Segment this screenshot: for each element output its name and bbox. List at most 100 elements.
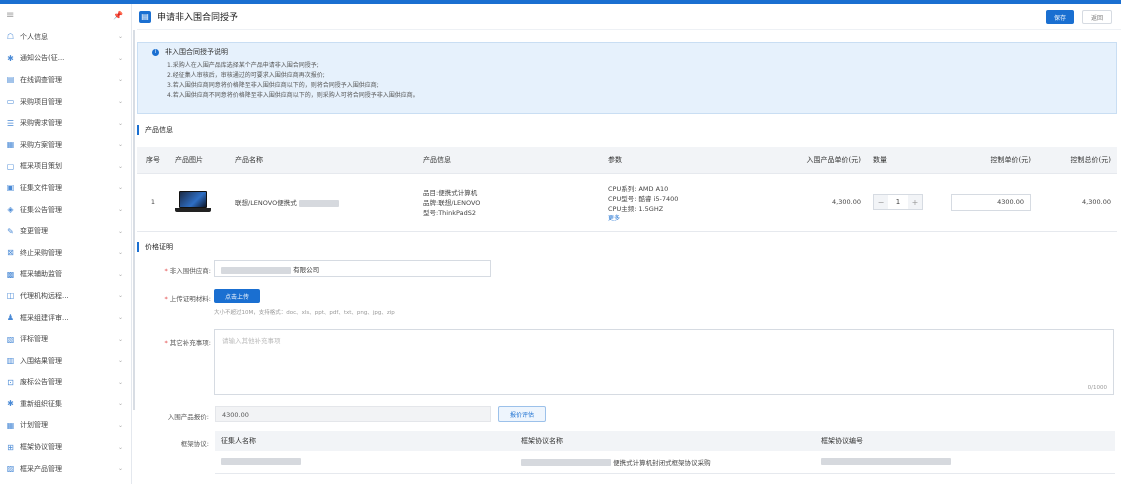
sidebar: ≡ 📌 ☖ 个人信息 ⌄ ✱ 通知公告(征... ⌄ ▤ 在线调查管理 ⌄ ▭ 采购项目管理 ⌄ ☰ 采购… <box>0 4 132 484</box>
chevron-down-icon: ⌄ <box>117 141 123 149</box>
sidebar-item[interactable]: ▨ 框采产品管理 ⌄ <box>0 458 131 480</box>
more-params-link[interactable]: 更多 <box>608 213 786 222</box>
calendar-icon: ▦ <box>6 420 15 430</box>
sidebar-item[interactable]: ▧ 评标管理 ⌄ <box>0 328 131 350</box>
upload-button[interactable]: 点击上传 <box>214 289 260 303</box>
notice-line: 3.若入围供应商同意将价格降至非入围供应商以下的，则将合同授予入围供应商; <box>167 82 379 89</box>
col-control-total: 控制总价(元) <box>1037 147 1117 174</box>
file-icon: ▣ <box>6 183 15 193</box>
supplier-input[interactable]: 有限公司 <box>214 260 491 277</box>
product-image <box>169 173 229 232</box>
increment-button[interactable]: + <box>908 195 922 209</box>
control-total: 4,300.00 <box>1037 173 1117 232</box>
sidebar-item[interactable]: ☰ 采购需求管理 ⌄ <box>0 112 131 134</box>
quantity-stepper: − 1 + <box>873 194 923 210</box>
chevron-down-icon: ⌄ <box>117 335 123 343</box>
quote-value: 4300.00 <box>215 406 491 422</box>
sidebar-item-label: 入围结果管理 <box>20 356 62 365</box>
sidebar-item-label: 评标管理 <box>20 335 48 344</box>
remarks-textarea[interactable]: 请输入其他补充事项 0/1000 <box>214 329 1114 395</box>
sidebar-item[interactable]: ◫ 代理机构远程... ⌄ <box>0 285 131 307</box>
sidebar-item[interactable]: ▦ 计划管理 ⌄ <box>0 415 131 437</box>
supplier-label: * 非入围供应商: <box>164 267 211 275</box>
sidebar-item[interactable]: ▩ 框采辅助监管 ⌄ <box>0 264 131 286</box>
notice-icon: ◈ <box>7 205 14 215</box>
sidebar-item[interactable]: ⊠ 终止采购管理 ⌄ <box>0 242 131 264</box>
col-collector-name: 征集人名称 <box>215 431 515 451</box>
notice-panel: i 非入围合同授予说明 1.采购人在入围产品库选择某个产品申请非入围合同授予; … <box>137 42 1117 114</box>
sidebar-item[interactable]: ▥ 入围结果管理 ⌄ <box>0 350 131 372</box>
info-brand: 品牌:联想/LENOVO <box>423 199 481 207</box>
notice-line: 4.若入围供应商不同意将价格降至非入围供应商以下的，则采购人可将合同授予非入围供… <box>167 92 419 99</box>
sidebar-item[interactable]: ▣ 征集文件管理 ⌄ <box>0 177 131 199</box>
page-title-bar: ▤ 申请非入围合同授予 <box>137 4 1121 30</box>
quote-eval-button[interactable]: 报价评估 <box>498 406 546 422</box>
price-section-title: 价格证明 <box>137 242 173 252</box>
param-cpu-series: CPU系列: AMD A10 <box>608 184 669 193</box>
save-button[interactable]: 保存 <box>1046 10 1074 24</box>
sidebar-item-label: 通知公告(征... <box>20 54 65 63</box>
chevron-down-icon: ⌄ <box>117 76 123 84</box>
agreement-name: 便携式计算机封闭式框架协议采购 <box>613 458 711 467</box>
redacted-text <box>221 266 291 274</box>
info-model: 型号:ThinkPadS2 <box>423 209 476 217</box>
team-icon: ♟ <box>6 313 15 323</box>
framework-table: 征集人名称 框架协议名称 框架协议编号 便携式计算机封闭式框架协议采购 <box>215 431 1115 474</box>
sidebar-item-label: 框采产品管理 <box>20 464 62 473</box>
col-quantity: 数量 <box>867 147 942 174</box>
sidebar-item[interactable]: ⊞ 框架协议管理 ⌄ <box>0 436 131 458</box>
chevron-down-icon: ⌄ <box>117 206 123 214</box>
redacted-text <box>298 199 339 207</box>
product-section-title: 产品信息 <box>137 125 173 135</box>
control-price-cell: 4300.00 <box>942 173 1037 232</box>
sidebar-item-label: 采购项目管理 <box>20 97 62 106</box>
main-content: ▤ 申请非入围合同授予 保存 返回 i 非入围合同授予说明 1.采购人在入围产品… <box>137 4 1121 484</box>
remote-icon: ◫ <box>6 291 15 301</box>
collector-name-cell <box>215 451 515 474</box>
supplier-value: 有限公司 <box>293 266 320 274</box>
sidebar-item[interactable]: ◈ 征集公告管理 ⌄ <box>0 199 131 221</box>
remarks-label: * 其它补充事项: <box>164 339 211 347</box>
control-price-input[interactable]: 4300.00 <box>951 193 1031 211</box>
col-name: 产品名称 <box>229 147 417 174</box>
reorganize-icon: ✱ <box>7 399 14 409</box>
chevron-down-icon: ⌄ <box>117 249 123 257</box>
chevron-down-icon: ⌄ <box>117 227 123 235</box>
sidebar-item[interactable]: ▦ 采购方案管理 ⌄ <box>0 134 131 156</box>
sidebar-item[interactable]: ⊡ 废标公告管理 ⌄ <box>0 372 131 394</box>
param-cpu-freq: CPU主频: 1.5GHZ <box>608 204 664 213</box>
sidebar-scrollbar[interactable] <box>133 30 135 410</box>
notice-title-text: 非入围合同授予说明 <box>165 48 228 56</box>
chevron-down-icon: ⌄ <box>117 400 123 408</box>
quantity-value[interactable]: 1 <box>888 198 908 206</box>
sidebar-item[interactable]: ▢ 框采项目策划 ⌄ <box>0 156 131 178</box>
chevron-down-icon: ⌄ <box>117 270 123 278</box>
notice-title: i 非入围合同授予说明 <box>152 47 1102 57</box>
sidebar-item[interactable]: ♟ 框采组建评审... ⌄ <box>0 307 131 329</box>
sidebar-item-label: 采购方案管理 <box>20 140 62 149</box>
hamburger-icon[interactable]: ≡ <box>6 10 14 21</box>
col-agreement-number: 框架协议编号 <box>815 431 1115 451</box>
laptop-image <box>175 191 211 213</box>
sidebar-item[interactable]: ✱ 重新组织征集 ⌄ <box>0 393 131 415</box>
sidebar-item[interactable]: ▭ 采购项目管理 ⌄ <box>0 91 131 113</box>
pin-icon[interactable]: 📌 <box>113 11 123 20</box>
chevron-down-icon: ⌄ <box>117 421 123 429</box>
redacted-text <box>221 458 301 466</box>
sidebar-item[interactable]: ▤ 在线调查管理 ⌄ <box>0 69 131 91</box>
back-button[interactable]: 返回 <box>1082 10 1112 24</box>
sidebar-item[interactable]: ☖ 个人信息 ⌄ <box>0 26 131 48</box>
sidebar-item-label: 征集文件管理 <box>20 183 62 192</box>
product-icon: ▨ <box>6 464 15 474</box>
sidebar-item-label: 框采组建评审... <box>20 313 69 322</box>
sidebar-item[interactable]: ✎ 变更管理 ⌄ <box>0 220 131 242</box>
sidebar-item-label: 废标公告管理 <box>20 378 62 387</box>
agreement-icon: ⊞ <box>7 442 14 452</box>
sidebar-item[interactable]: ✱ 通知公告(征... ⌄ <box>0 48 131 70</box>
chevron-down-icon: ⌄ <box>117 314 123 322</box>
decrement-button[interactable]: − <box>874 195 888 209</box>
col-info: 产品信息 <box>417 147 602 174</box>
notice-line: 2.经征集人审核后，审核通过的可要求入围供应商再次报价; <box>167 72 325 79</box>
sidebar-item-label: 框采辅助监管 <box>20 270 62 279</box>
redacted-text <box>821 458 951 466</box>
